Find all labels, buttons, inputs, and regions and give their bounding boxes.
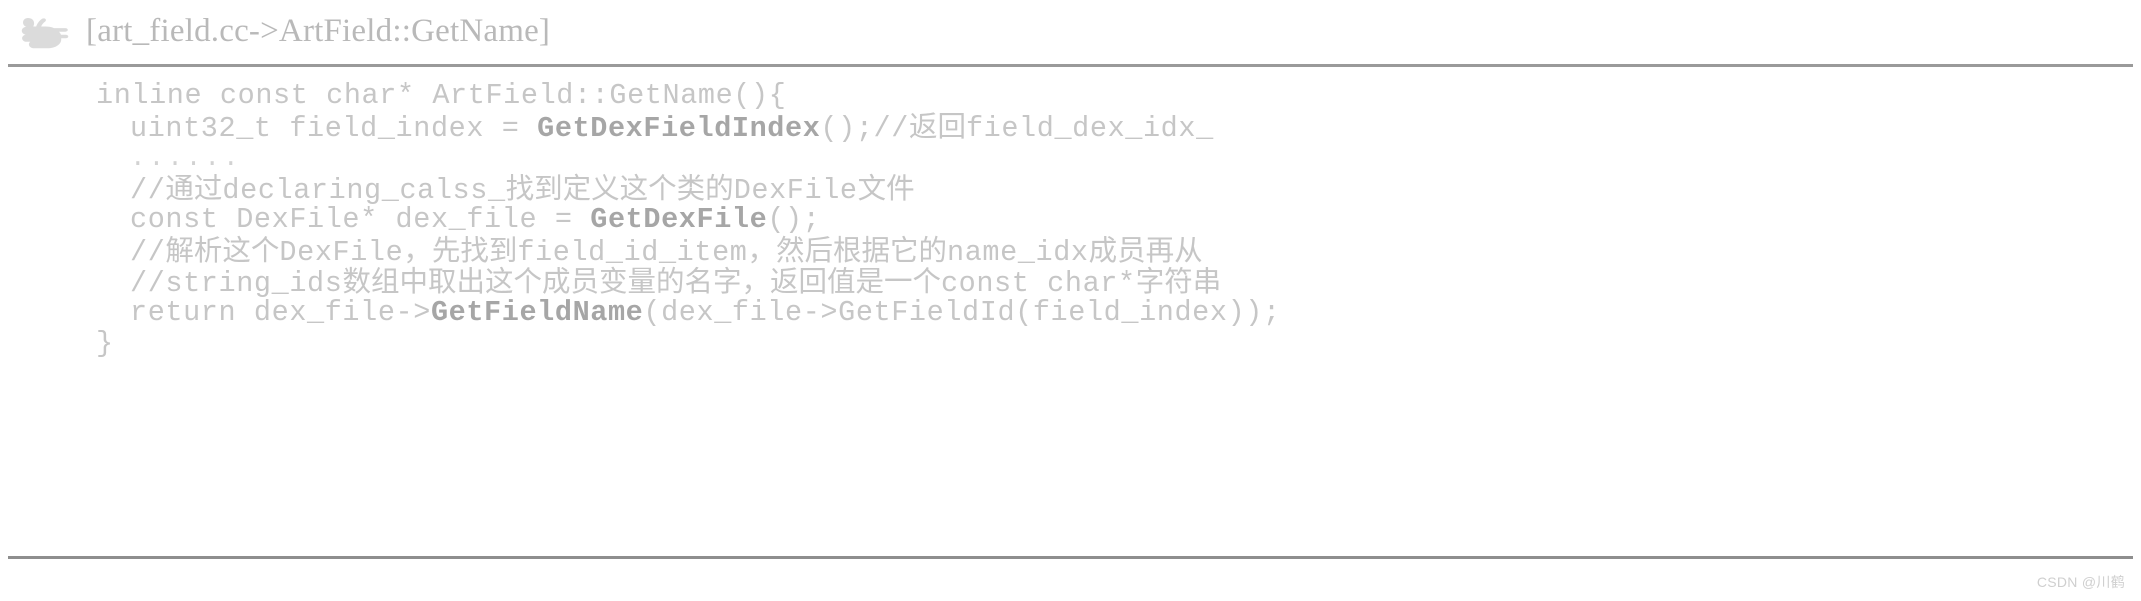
code-token: (dex_file->GetFieldId(field_index)); [643, 296, 1281, 329]
bottom-divider [8, 556, 2133, 559]
code-token-emphasis: GetDexFieldIndex [537, 112, 821, 145]
code-token: name_idx [947, 236, 1089, 269]
top-divider [8, 64, 2133, 67]
csdn-watermark: CSDN @川鹤 [2036, 574, 2125, 590]
code-token-emphasis: GetFieldName [430, 296, 644, 329]
code-token: ();// [820, 112, 909, 145]
code-comment-cjk: ，然后根据它的 [747, 234, 948, 267]
source-reference-title: [art_field.cc->ArtField::GetName] [86, 13, 551, 49]
code-line: } [96, 328, 2141, 359]
code-comment-cjk: 返回 [908, 110, 966, 143]
code-snippet-figure: [art_field.cc->ArtField::GetName] inline… [0, 0, 2141, 601]
code-comment-cjk: 文件 [857, 172, 915, 205]
code-token: return dex_file-> [130, 296, 431, 329]
code-line: //解析这个DexFile，先找到field_id_item，然后根据它的nam… [96, 234, 2141, 269]
code-token: field_dex_idx_ [965, 112, 1214, 145]
code-line: const DexFile* dex_file = GetDexFile(); [96, 204, 2141, 235]
code-line: ...... [96, 142, 2141, 173]
code-token: const DexFile* dex_file = [130, 203, 591, 236]
code-block: inline const char* ArtField::GetName(){u… [0, 80, 2141, 359]
pointing-hand-icon [21, 18, 69, 49]
code-token: (); [767, 203, 821, 236]
code-comment-cjk: 解析这个 [165, 234, 280, 267]
figure-header: [art_field.cc->ArtField::GetName] [0, 0, 2141, 62]
code-comment-cjk: 通过 [165, 172, 223, 205]
code-token: uint32_t field_index = [130, 112, 538, 145]
code-comment-cjk: 数组中取出这个成员变量的名字，返回值是一个 [342, 265, 941, 298]
code-comment-cjk: ，先找到 [403, 234, 518, 267]
code-line: //string_ids数组中取出这个成员变量的名字，返回值是一个const c… [96, 265, 2141, 299]
code-comment-cjk: 找到定义这个类的 [505, 172, 734, 205]
code-comment-cjk: 成员再从 [1088, 234, 1203, 267]
code-token: inline const char* ArtField::GetName(){ [96, 79, 787, 112]
code-token: } [96, 327, 114, 360]
code-token: // [130, 236, 166, 269]
code-ellipsis: ...... [130, 143, 242, 173]
code-comment-cjk: 字符串 [1135, 265, 1222, 298]
code-line: uint32_t field_index = GetDexFieldIndex(… [96, 110, 2141, 145]
code-line: //通过declaring_calss_找到定义这个类的DexFile文件 [96, 172, 2141, 206]
code-token-emphasis: GetDexFile [590, 203, 768, 236]
code-line: return dex_file->GetFieldName(dex_file->… [96, 297, 2141, 328]
code-line: inline const char* ArtField::GetName(){ [96, 80, 2141, 111]
